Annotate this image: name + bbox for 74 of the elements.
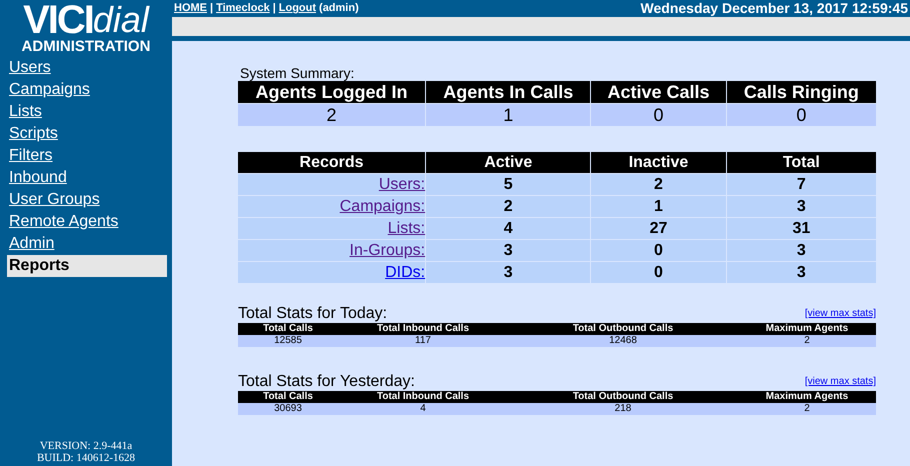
build-text: BUILD: 140612-1628 [36, 452, 136, 464]
version-text: VERSION: 2.9-441a [40, 440, 132, 452]
sidebar-item[interactable]: Admin [7, 233, 167, 255]
separator: | [210, 1, 214, 16]
table-cell: 1 [426, 104, 590, 126]
nav-link[interactable]: Logout [278, 0, 316, 17]
record-link[interactable]: In-Groups: [350, 242, 426, 259]
column-header: Agents In Calls [426, 81, 590, 103]
sidebar-item[interactable]: Filters [7, 145, 167, 167]
section-title: Total Stats for Today: [238, 305, 388, 323]
column-header: Total Outbound Calls [572, 391, 674, 403]
column-header: Active [426, 152, 590, 173]
column-header: Agents Logged In [238, 81, 426, 103]
table-cell: 3 [426, 262, 590, 283]
table-cell: 3 [726, 240, 876, 261]
section-title: Total Stats for Yesterday: [238, 373, 415, 391]
column-header: Total Calls [262, 323, 314, 335]
sidebar-item[interactable]: User Groups [7, 189, 167, 211]
table-cell: 5 [426, 174, 590, 195]
table-cell: 2 [426, 196, 590, 217]
username: (admin) [319, 1, 359, 16]
table-cell: 1 [591, 196, 726, 217]
table-cell: 4 [426, 218, 590, 239]
sidebar-item[interactable]: Campaigns [7, 79, 167, 101]
table-cell-text: 2 [803, 335, 811, 347]
table-cell-text: 2 [803, 403, 811, 415]
sidebar-item[interactable]: Users [7, 57, 167, 79]
sidebar-item[interactable]: Remote Agents [7, 211, 167, 233]
column-header: Total Inbound Calls [376, 391, 470, 403]
table-cell-text: 4 [419, 403, 427, 415]
section-title: System Summary: [239, 65, 356, 81]
table-cell: 31 [726, 218, 876, 239]
table-cell: 2 [238, 104, 426, 126]
table-cell-text: 117 [414, 335, 432, 347]
column-header: Maximum Agents [764, 391, 850, 403]
table-cell: 0 [591, 104, 726, 126]
column-header: Maximum Agents [764, 323, 850, 335]
table-cell: 7 [726, 174, 876, 195]
column-header: Total Calls [262, 391, 314, 403]
nav-link[interactable]: Timeclock [216, 0, 270, 17]
column-header: Total [726, 152, 876, 173]
table-cell-text: 30693 [273, 403, 303, 415]
table-cell: 0 [591, 240, 726, 261]
table-cell: 0 [591, 262, 726, 283]
table-cell: 3 [726, 262, 876, 283]
view-max-stats-link[interactable]: [view max stats] [804, 306, 876, 321]
nav-link[interactable]: HOME [174, 0, 207, 17]
column-header: Active Calls [591, 81, 726, 103]
column-header: Total Inbound Calls [376, 323, 470, 335]
record-link[interactable]: Users: [378, 176, 426, 193]
datetime: Wednesday December 13, 2017 12:59:45 [640, 0, 908, 18]
sidebar-item[interactable]: Lists [7, 101, 167, 123]
sidebar-item[interactable]: Scripts [7, 123, 167, 145]
logo-subtitle: ADMINISTRATION [22, 38, 150, 56]
record-link[interactable]: Lists: [388, 220, 426, 237]
column-header: Total Outbound Calls [572, 323, 674, 335]
record-link[interactable]: DIDs: [385, 264, 426, 281]
separator: | [272, 1, 276, 16]
table-cell: 27 [591, 218, 726, 239]
sidebar-item[interactable]: Reports [7, 255, 167, 277]
column-header: Inactive [591, 152, 726, 173]
table-cell: 2 [591, 174, 726, 195]
table-cell-text: 12468 [608, 335, 638, 347]
table-cell-text: 12585 [273, 335, 303, 347]
column-header: Calls Ringing [726, 81, 876, 103]
table-cell-text: 218 [614, 403, 632, 415]
table-cell: 3 [426, 240, 590, 261]
table-cell: 3 [726, 196, 876, 217]
table-cell: 0 [726, 104, 876, 126]
sidebar-item[interactable]: Inbound [7, 167, 167, 189]
logo: VICIdial [23, 2, 149, 38]
column-header: Records [238, 152, 426, 173]
record-link[interactable]: Campaigns: [340, 198, 426, 215]
view-max-stats-link[interactable]: [view max stats] [804, 374, 876, 389]
